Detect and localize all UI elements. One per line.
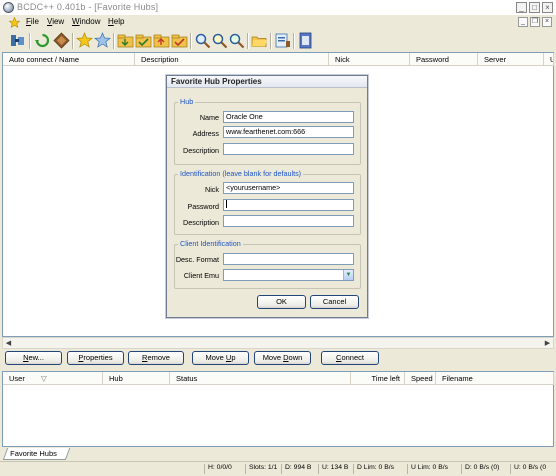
minimize-button[interactable]: _ bbox=[516, 2, 527, 13]
column-header-status[interactable]: Status bbox=[170, 372, 351, 385]
connect-button[interactable]: Connect bbox=[321, 351, 379, 365]
client-identification-caption: Client Identification bbox=[178, 239, 243, 248]
column-header-server[interactable]: Server bbox=[478, 53, 544, 66]
ident-description-label: Description bbox=[183, 218, 219, 227]
properties-button[interactable]: Properties bbox=[67, 351, 124, 365]
name-field[interactable]: Oracle One bbox=[223, 111, 354, 123]
client-emu-select[interactable]: ▼ bbox=[223, 269, 354, 281]
address-label: Address bbox=[192, 129, 219, 138]
client-emu-label: Client Emu bbox=[183, 271, 219, 280]
finished-icon[interactable] bbox=[135, 32, 152, 49]
password-label: Password bbox=[187, 202, 219, 211]
toolbar-separator bbox=[72, 33, 74, 49]
toolbar-separator bbox=[293, 33, 295, 49]
status-upload-limit: U Lim: 0 B/s bbox=[407, 464, 461, 474]
tab-favorite-hubs[interactable]: Favorite Hubs bbox=[2, 448, 70, 460]
title-bar: BCDC++ 0.401b - [Favorite Hubs] _ □ × bbox=[0, 0, 556, 15]
app-icon bbox=[3, 2, 14, 13]
toolbar-separator bbox=[190, 33, 192, 49]
tab-bar: Favorite Hubs bbox=[0, 448, 556, 460]
remove-button[interactable]: Remove bbox=[128, 351, 184, 365]
notepad-icon[interactable] bbox=[297, 32, 314, 49]
password-field[interactable] bbox=[223, 199, 354, 211]
toolbar-separator bbox=[29, 33, 31, 49]
desc-format-field[interactable] bbox=[223, 253, 354, 265]
close-button[interactable]: × bbox=[542, 2, 553, 13]
dialog-title: Favorite Hub Properties bbox=[167, 76, 367, 88]
scroll-right-arrow-icon[interactable]: ▶ bbox=[543, 339, 552, 348]
text-caret bbox=[226, 200, 227, 208]
open-file-list-icon[interactable] bbox=[251, 32, 268, 49]
search-icon[interactable] bbox=[194, 32, 211, 49]
status-bar: H: 0/0/0 Slots: 1/1 D: 994 B U: 134 B D … bbox=[0, 461, 556, 476]
column-header-hub[interactable]: Hub bbox=[103, 372, 170, 385]
status-hubs: H: 0/0/0 bbox=[204, 464, 245, 474]
menu-window[interactable]: Window bbox=[72, 17, 100, 26]
transfer-list[interactable]: User ▽ Hub Status Time left Speed Filena… bbox=[2, 371, 554, 447]
toolbar bbox=[0, 29, 556, 52]
sort-down-icon: ▽ bbox=[40, 374, 47, 383]
column-header-password[interactable]: Password bbox=[410, 53, 478, 66]
finished-uploads-icon[interactable] bbox=[171, 32, 188, 49]
ok-button[interactable]: OK bbox=[257, 295, 306, 309]
mdi-restore-button[interactable]: ❐ bbox=[530, 17, 540, 27]
column-header-nick[interactable]: Nick bbox=[329, 53, 410, 66]
nick-field[interactable]: <yourusername> bbox=[223, 182, 354, 194]
mdi-close-button[interactable]: × bbox=[542, 17, 552, 27]
toolbar-separator bbox=[113, 33, 115, 49]
column-header-speed[interactable]: Speed bbox=[405, 372, 436, 385]
status-download-limit: D Lim: 0 B/s bbox=[353, 464, 407, 474]
column-header-description[interactable]: Description bbox=[135, 53, 329, 66]
cancel-button[interactable]: Cancel bbox=[310, 295, 359, 309]
horizontal-scrollbar[interactable]: ◀ ▶ bbox=[2, 337, 554, 349]
hub-description-label: Description bbox=[183, 146, 219, 155]
status-downloaded: D: 994 B bbox=[281, 464, 318, 474]
move-up-button[interactable]: Move Up bbox=[192, 351, 249, 365]
settings-icon[interactable] bbox=[274, 32, 291, 49]
column-header-time-left[interactable]: Time left bbox=[351, 372, 405, 385]
chevron-down-icon[interactable]: ▼ bbox=[343, 270, 353, 280]
column-header-user-description[interactable]: U bbox=[544, 53, 554, 66]
desc-format-label: Desc. Format bbox=[175, 255, 219, 264]
client-identification-group bbox=[174, 244, 361, 289]
status-download-rate: D: 0 B/s (0) bbox=[461, 464, 510, 474]
favorite-hub-properties-dialog: Favorite Hub Properties Hub Name Oracle … bbox=[166, 75, 368, 318]
upload-queue-icon[interactable] bbox=[153, 32, 170, 49]
favorite-hubs-icon[interactable] bbox=[76, 32, 93, 49]
address-field[interactable]: www.fearthenet.com:666 bbox=[223, 126, 354, 138]
status-slots: Slots: 1/1 bbox=[245, 464, 281, 474]
queue-icon[interactable] bbox=[117, 32, 134, 49]
maximize-button[interactable]: □ bbox=[529, 2, 540, 13]
search-spy-icon[interactable] bbox=[228, 32, 245, 49]
new-hub-button[interactable]: New... bbox=[5, 351, 62, 365]
hub-description-field[interactable] bbox=[223, 143, 354, 155]
connect-icon[interactable] bbox=[9, 32, 26, 49]
status-uploaded: U: 134 B bbox=[318, 464, 353, 474]
star-icon bbox=[9, 17, 20, 28]
ident-description-field[interactable] bbox=[223, 215, 354, 227]
mdi-minimize-button[interactable]: _ bbox=[518, 17, 528, 27]
adl-search-icon[interactable] bbox=[211, 32, 228, 49]
reconnect-icon[interactable] bbox=[53, 32, 70, 49]
menu-bar: File View Window Help bbox=[0, 15, 556, 29]
scroll-left-arrow-icon[interactable]: ◀ bbox=[4, 339, 13, 348]
toolbar-separator bbox=[247, 33, 249, 49]
column-header-user[interactable]: User ▽ bbox=[3, 372, 103, 385]
name-label: Name bbox=[199, 113, 219, 122]
nick-label: Nick bbox=[205, 185, 219, 194]
status-upload-rate: U: 0 B/s (0 bbox=[510, 464, 556, 474]
menu-help[interactable]: Help bbox=[108, 17, 124, 26]
refresh-icon[interactable] bbox=[34, 32, 51, 49]
column-header-name[interactable]: Auto connect / Name bbox=[3, 53, 135, 66]
toolbar-separator bbox=[270, 33, 272, 49]
move-down-button[interactable]: Move Down bbox=[254, 351, 311, 365]
favorite-users-icon[interactable] bbox=[94, 32, 111, 49]
identification-group-caption: Identification (leave blank for defaults… bbox=[178, 169, 304, 178]
menu-file[interactable]: File bbox=[26, 17, 39, 26]
menu-view[interactable]: View bbox=[47, 17, 64, 26]
hub-group-caption: Hub bbox=[178, 97, 196, 106]
column-header-filename[interactable]: Filename bbox=[436, 372, 554, 385]
window-title: BCDC++ 0.401b - [Favorite Hubs] bbox=[17, 2, 159, 12]
